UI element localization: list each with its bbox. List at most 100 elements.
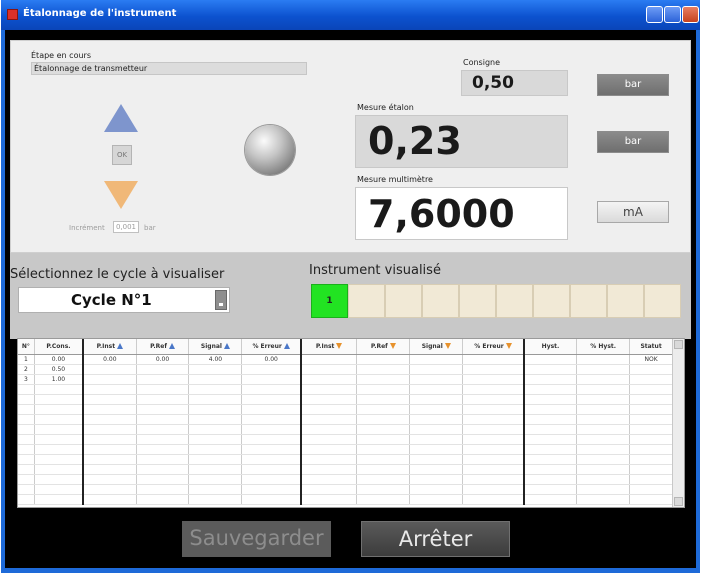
- maximize-button[interactable]: [664, 6, 681, 23]
- table-cell: [576, 414, 631, 425]
- instrument-cell[interactable]: [533, 284, 570, 318]
- column-header[interactable]: N°: [18, 339, 35, 355]
- table-cell: [188, 374, 243, 385]
- increment-unit: bar: [144, 224, 156, 232]
- table-cell: [188, 464, 243, 475]
- table-cell: [462, 464, 525, 475]
- stop-button[interactable]: Arrêter: [361, 521, 510, 557]
- cycle-select[interactable]: Cycle N°1: [18, 287, 230, 313]
- table-cell: [523, 364, 578, 375]
- table-cell: [356, 484, 411, 495]
- table-cell: [576, 354, 631, 365]
- table-cell: [409, 474, 464, 485]
- instrument-cell[interactable]: 1: [311, 284, 348, 318]
- column-header-label: P.Cons.: [46, 342, 71, 350]
- table-cell: [523, 394, 578, 405]
- close-button[interactable]: [682, 6, 699, 23]
- table-row[interactable]: [18, 434, 673, 445]
- arrow-down-icon[interactable]: [104, 181, 138, 209]
- multimeter-unit-button[interactable]: mA: [597, 201, 669, 223]
- table-cell: [34, 424, 85, 435]
- column-header[interactable]: P.Cons.: [34, 339, 85, 355]
- table-row[interactable]: [18, 414, 673, 425]
- table-row[interactable]: [18, 494, 673, 505]
- instrument-cell[interactable]: [570, 284, 607, 318]
- table-cell: [83, 434, 137, 445]
- table-cell: [241, 494, 302, 505]
- column-header-label: Statut: [640, 342, 662, 350]
- ok-button[interactable]: OK: [112, 145, 132, 165]
- table-cell: [576, 444, 631, 455]
- table-cell: [188, 404, 243, 415]
- column-header[interactable]: % Hyst.: [576, 339, 631, 355]
- table-cell: [188, 454, 243, 465]
- table-cell: [18, 394, 35, 405]
- column-header[interactable]: P.Ref: [356, 339, 411, 355]
- table-row[interactable]: [18, 394, 673, 405]
- table-cell: [629, 484, 673, 495]
- column-header[interactable]: Hyst.: [523, 339, 578, 355]
- column-header[interactable]: % Erreur: [241, 339, 302, 355]
- table-cell: [523, 384, 578, 395]
- table-row[interactable]: [18, 454, 673, 465]
- table-row[interactable]: [18, 484, 673, 495]
- table-row[interactable]: [18, 474, 673, 485]
- column-header[interactable]: Signal: [188, 339, 243, 355]
- table-row[interactable]: [18, 424, 673, 435]
- instrument-cell[interactable]: [496, 284, 533, 318]
- table-row[interactable]: [18, 444, 673, 455]
- increment-field[interactable]: 0,001: [113, 221, 139, 233]
- table-row[interactable]: 3 1.00: [18, 374, 673, 385]
- table-cell: [136, 454, 190, 465]
- standard-value: 0,23: [355, 115, 568, 168]
- multimeter-label: Mesure multimètre: [357, 175, 433, 184]
- table-scrollbar[interactable]: [672, 339, 684, 507]
- table-cell: [241, 484, 302, 495]
- table-cell: [629, 374, 673, 385]
- table-row[interactable]: [18, 464, 673, 475]
- table-cell: [629, 474, 673, 485]
- table-row[interactable]: 1 0.00 0.00 0.00 4.00 0.00 NOK: [18, 354, 673, 365]
- instrument-cell[interactable]: [607, 284, 644, 318]
- table-cell: [409, 364, 464, 375]
- instrument-cell[interactable]: [422, 284, 459, 318]
- instrument-cell[interactable]: [348, 284, 385, 318]
- table-cell: [523, 454, 578, 465]
- arrow-up-icon[interactable]: [104, 104, 138, 132]
- table-cell: [300, 464, 358, 475]
- measurement-panel: Étape en cours Étalonnage de transmetteu…: [10, 40, 691, 253]
- cycle-label: Sélectionnez le cycle à visualiser: [10, 267, 225, 282]
- table-cell: [83, 414, 137, 425]
- table-cell: [462, 444, 525, 455]
- save-button[interactable]: Sauvegarder: [182, 521, 331, 557]
- table-cell: [576, 374, 631, 385]
- table-cell: [300, 494, 358, 505]
- table-cell: 0.50: [34, 364, 85, 375]
- table-cell: [188, 444, 243, 455]
- instrument-cell[interactable]: [385, 284, 422, 318]
- column-header[interactable]: P.Inst: [83, 339, 137, 355]
- table-row[interactable]: [18, 404, 673, 415]
- column-header[interactable]: Signal: [409, 339, 464, 355]
- column-header[interactable]: % Erreur: [462, 339, 525, 355]
- multimeter-value: 7,6000: [355, 187, 568, 240]
- column-header-label: P.Ref: [370, 342, 388, 350]
- table-row[interactable]: [18, 384, 673, 395]
- minimize-button[interactable]: [646, 6, 663, 23]
- table-cell: 1: [18, 354, 35, 365]
- standard-unit-button[interactable]: bar: [597, 131, 669, 153]
- table-cell: [576, 384, 631, 395]
- chevron-down-icon[interactable]: [215, 290, 227, 310]
- instrument-cell[interactable]: [644, 284, 681, 318]
- scroll-up-icon[interactable]: [674, 340, 683, 349]
- column-header[interactable]: P.Inst: [300, 339, 358, 355]
- scroll-down-icon[interactable]: [674, 497, 683, 506]
- table-cell: [300, 394, 358, 405]
- title-bar: Étalonnage de l'instrument: [1, 0, 700, 30]
- column-header[interactable]: Statut: [629, 339, 673, 355]
- table-row[interactable]: 2 0.50: [18, 364, 673, 375]
- column-header[interactable]: P.Ref: [136, 339, 190, 355]
- instrument-cell[interactable]: [459, 284, 496, 318]
- setpoint-unit-button[interactable]: bar: [597, 74, 669, 96]
- table-cell: [34, 454, 85, 465]
